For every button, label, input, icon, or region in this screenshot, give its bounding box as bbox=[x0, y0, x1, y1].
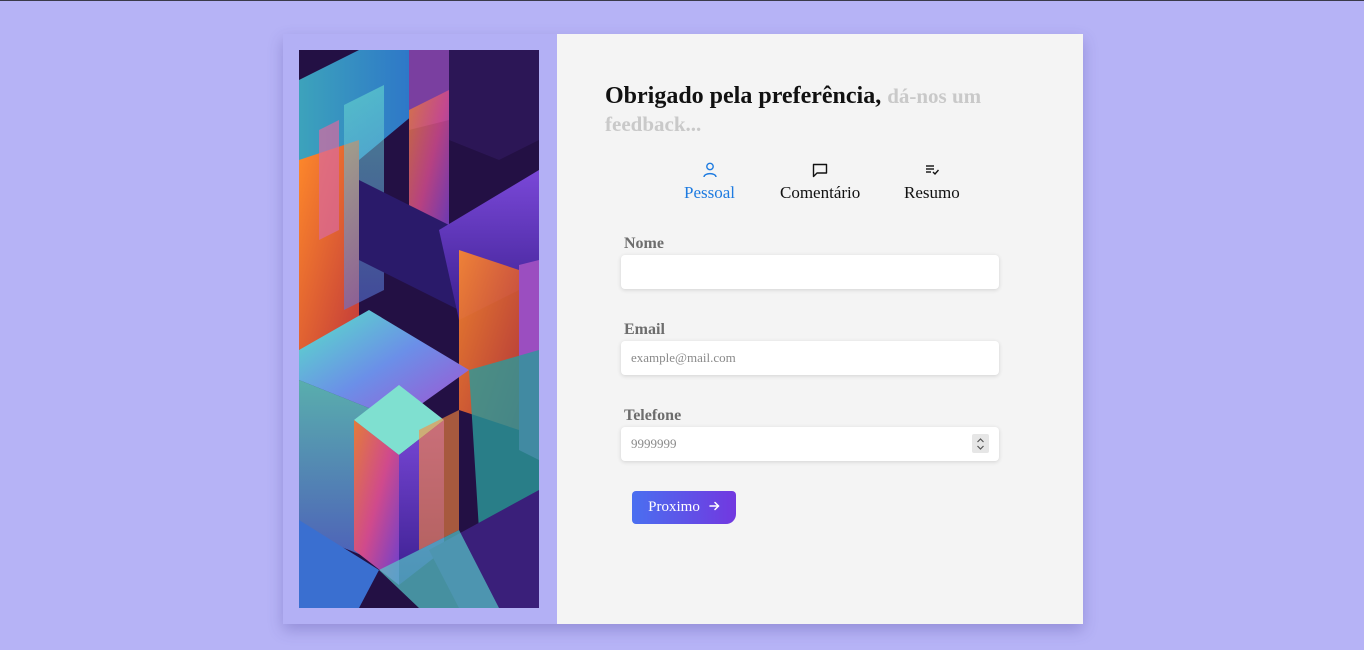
form-panel: Obrigado pela preferência, dá-nos um fee… bbox=[557, 34, 1083, 624]
chevron-up-down-icon bbox=[977, 437, 984, 450]
feedback-card: Obrigado pela preferência, dá-nos um fee… bbox=[283, 34, 1083, 624]
tab-resumo[interactable]: Resumo bbox=[904, 160, 960, 203]
tab-comentario-label: Comentário bbox=[780, 183, 861, 202]
image-panel bbox=[283, 34, 557, 624]
field-telefone: Telefone bbox=[621, 405, 999, 461]
email-input-wrapper bbox=[621, 341, 999, 375]
decorative-abstract-image bbox=[299, 50, 539, 608]
email-input[interactable] bbox=[621, 341, 999, 375]
arrow-right-icon bbox=[709, 499, 720, 516]
title-main: Obrigado pela preferência, bbox=[605, 83, 882, 109]
tab-comentario[interactable]: Comentário bbox=[780, 160, 860, 203]
telefone-input[interactable] bbox=[621, 427, 999, 461]
next-button[interactable]: Proximo bbox=[632, 491, 736, 524]
tab-pessoal-label: Pessoal bbox=[684, 183, 735, 202]
top-border bbox=[0, 0, 1364, 1]
telefone-label: Telefone bbox=[624, 407, 682, 424]
tab-resumo-label: Resumo bbox=[904, 183, 960, 202]
step-tabs: Pessoal Comentário Resumo bbox=[557, 160, 1083, 210]
user-icon bbox=[702, 160, 717, 180]
next-button-label: Proximo bbox=[648, 499, 700, 515]
nome-input[interactable] bbox=[621, 255, 999, 289]
field-nome: Nome bbox=[621, 233, 999, 289]
tab-pessoal[interactable]: Pessoal bbox=[684, 160, 735, 203]
field-email: Email bbox=[621, 319, 999, 375]
number-stepper[interactable] bbox=[972, 434, 989, 453]
nome-input-wrapper bbox=[621, 255, 999, 289]
telefone-input-wrapper bbox=[621, 427, 999, 461]
message-square-icon bbox=[812, 160, 828, 180]
nome-label: Nome bbox=[624, 235, 664, 252]
list-check-icon bbox=[925, 160, 939, 180]
email-label: Email bbox=[624, 321, 665, 338]
page-title: Obrigado pela preferência, dá-nos um fee… bbox=[605, 82, 1005, 138]
